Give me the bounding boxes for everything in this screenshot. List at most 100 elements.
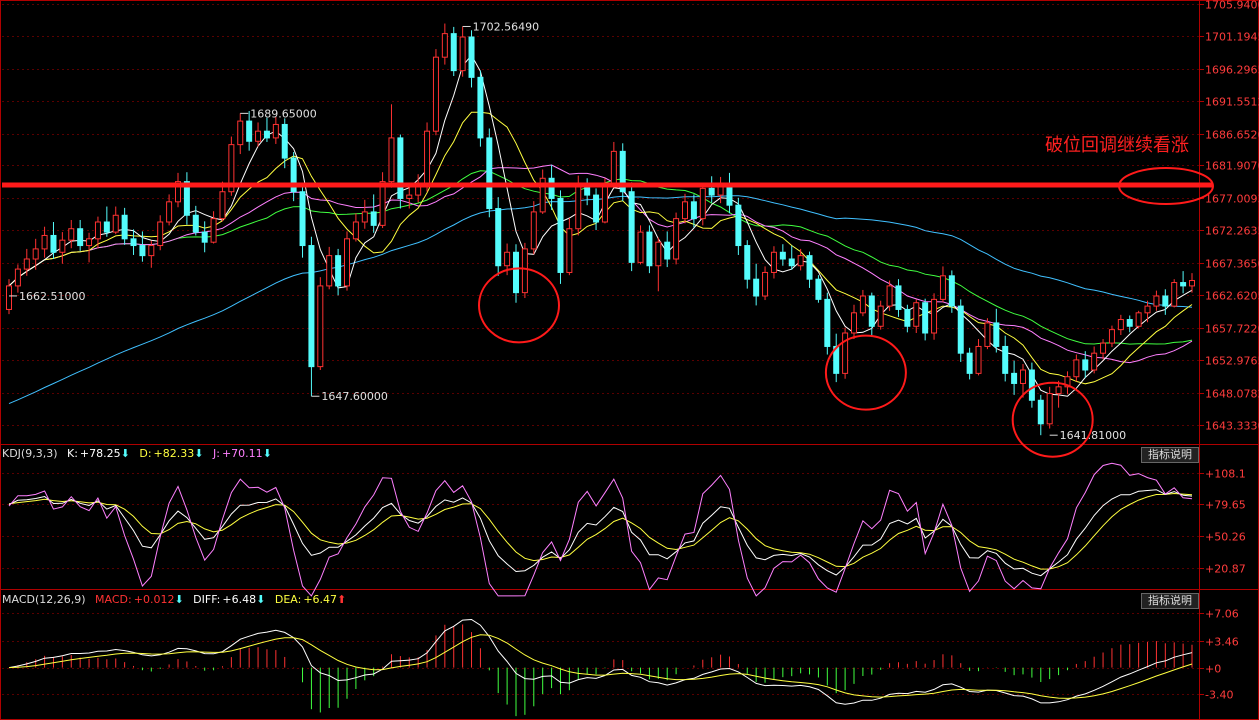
price-tick-label: 1667.3650 [1205,258,1259,271]
kdj-d-line [8,492,1193,570]
macd-help-button[interactable]: 指标说明 [1141,593,1199,609]
candle-body [877,305,884,327]
candle-body [566,228,573,273]
candle [477,70,484,147]
candle-body [263,130,270,139]
candle [1171,279,1178,308]
macd-macd-label: MACD: [95,593,132,606]
candle [1117,314,1124,336]
candle [779,244,786,266]
candle-body [272,123,279,139]
candle-body [895,285,902,310]
candle-body [815,278,822,300]
macd-dea-value: +6.47 [303,593,338,606]
candle [1073,354,1080,382]
candle-body [957,305,964,354]
candle-body [86,238,93,247]
candle [842,327,849,379]
candle-body [1073,359,1080,378]
candle [130,229,137,255]
candle-body [1171,282,1178,307]
candle-body [450,33,457,72]
candle [690,194,697,228]
candle-body [103,221,110,233]
candle-body [610,150,617,186]
candle-body [735,204,742,247]
candle-body [655,241,662,267]
candle [14,264,21,293]
candle [539,169,546,214]
candle [1126,315,1133,333]
candle [486,128,493,218]
kdj-tick-label: +108.1 [1205,468,1246,481]
candle [1055,380,1062,408]
candle-body [326,255,333,287]
candle [219,181,226,222]
candle [157,215,164,251]
kdj-d-value: +82.33 [153,447,195,460]
candle [1180,271,1187,294]
candle-body [246,120,253,142]
candle [922,298,929,341]
kline-chart[interactable]: 1705.9400 1701.1945 1696.2965 1691.5512 1686… [0,0,1259,720]
candle-body [948,275,955,307]
candle [913,299,920,333]
candle [121,207,128,245]
price-tick-label: 1652.9765 [1205,355,1259,368]
candle-body [726,184,733,206]
candle-body [1055,386,1062,395]
candle [664,231,671,268]
candle [584,178,591,206]
price-tick-label: 1672.2635 [1205,225,1259,238]
macd-diff-label: DIFF: [193,593,221,606]
candle [815,275,822,303]
candle-body [1011,372,1018,384]
candle-body [851,312,857,334]
candle-body [94,221,101,240]
candle-body [1153,295,1160,307]
price-tick-label: 1686.6520 [1205,129,1259,142]
candle-body [219,191,226,220]
candle [1153,290,1160,311]
candle [762,266,769,301]
kdj-j-label: J: [212,447,220,460]
candle-body [495,208,502,267]
candle-body [762,271,769,297]
price-tick-label: 1696.2965 [1205,64,1259,77]
candle [388,104,395,188]
macd-tick-label: +7.06 [1205,608,1239,621]
candle [939,266,946,303]
candle-body [361,211,368,223]
candle [806,251,813,288]
kdj-tick-label: +79.65 [1205,499,1246,512]
candle-body [299,191,306,247]
candle-body [797,255,804,267]
macd-tick-label: +0 [1205,663,1221,676]
candle [344,231,350,291]
candle [450,26,457,77]
candle [317,277,324,370]
candle [788,245,795,270]
candle-body [975,345,982,374]
arrow-down-icon: ⬇ [120,447,130,460]
candle-body [1126,319,1133,327]
candle [103,206,110,237]
candle [112,206,119,235]
candle [726,172,733,214]
price-tick-label: 1648.0782 [1205,388,1259,401]
candle-body [824,298,831,347]
arrow-up-icon: ⬆ [337,593,347,606]
candle-body [352,221,359,240]
candle-body [664,241,671,260]
candle [877,300,884,330]
kdj-help-button[interactable]: 指标说明 [1141,447,1199,463]
candle-body [806,255,813,280]
candle [210,211,217,244]
candle-body [344,238,350,287]
candle-body [148,245,155,257]
candle-body [1180,282,1187,287]
candle-body [966,352,973,374]
candle-body [557,197,564,273]
candle-body [1100,342,1107,354]
candle [379,172,386,229]
